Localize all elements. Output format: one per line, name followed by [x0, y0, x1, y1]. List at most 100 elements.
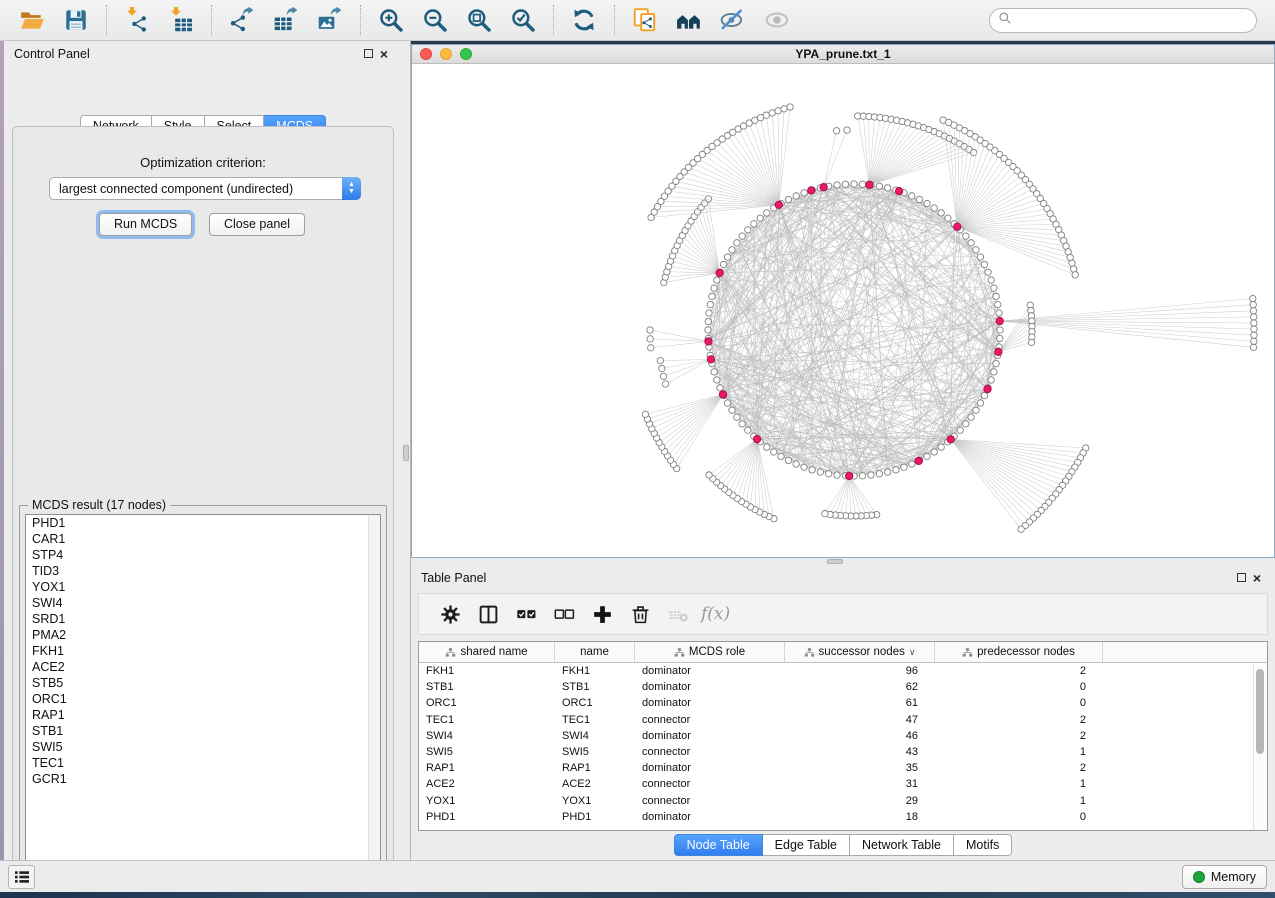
mcds-result-item[interactable]: TID3: [26, 563, 380, 579]
tab-edge-table[interactable]: Edge Table: [763, 834, 850, 856]
network-view-canvas[interactable]: [412, 64, 1274, 557]
cell-predecessor-nodes[interactable]: 2: [935, 712, 1103, 728]
add-column-icon[interactable]: [589, 601, 615, 627]
cell-predecessor-nodes[interactable]: 1: [935, 793, 1103, 809]
cell-predecessor-nodes[interactable]: 2: [935, 760, 1103, 776]
cell-shared-name[interactable]: STB1: [419, 679, 555, 695]
task-history-button[interactable]: [8, 865, 35, 889]
cell-name[interactable]: RAP1: [555, 760, 635, 776]
cell-shared-name[interactable]: PHD1: [419, 809, 555, 825]
control-panel-float-button[interactable]: [360, 46, 376, 62]
mcds-result-item[interactable]: PHD1: [26, 515, 380, 531]
cell-shared-name[interactable]: FKH1: [419, 663, 555, 679]
open-icon[interactable]: [17, 5, 47, 35]
mcds-result-item[interactable]: TEC1: [26, 755, 380, 771]
cell-shared-name[interactable]: TEC1: [419, 712, 555, 728]
split-panel-icon[interactable]: [475, 601, 501, 627]
run-mcds-button[interactable]: Run MCDS: [99, 213, 192, 236]
save-icon[interactable]: [61, 5, 91, 35]
mcds-result-item[interactable]: STB1: [26, 723, 380, 739]
hide-selected-icon[interactable]: [718, 5, 748, 35]
cell-predecessor-nodes[interactable]: 2: [935, 728, 1103, 744]
table-row[interactable]: YOX1YOX1connector291: [419, 793, 1267, 809]
cell-shared-name[interactable]: SWI5: [419, 744, 555, 760]
table-scrollbar[interactable]: [1253, 664, 1266, 830]
refresh-icon[interactable]: [569, 5, 599, 35]
cell-shared-name[interactable]: RAP1: [419, 760, 555, 776]
cell-MCDS-role[interactable]: connector: [635, 776, 785, 792]
share-document-icon[interactable]: [630, 5, 660, 35]
mcds-result-item[interactable]: SRD1: [26, 611, 380, 627]
cell-successor-nodes[interactable]: 18: [785, 809, 935, 825]
cell-name[interactable]: SWI5: [555, 744, 635, 760]
mcds-result-item[interactable]: STP4: [26, 547, 380, 563]
mcds-result-item[interactable]: RAP1: [26, 707, 380, 723]
criterion-dropdown[interactable]: largest connected component (undirected)…: [49, 177, 361, 200]
function-builder-icon[interactable]: f(x): [701, 604, 730, 624]
table-scrollbar-thumb[interactable]: [1256, 669, 1264, 754]
cell-shared-name[interactable]: ORC1: [419, 695, 555, 711]
cell-name[interactable]: FKH1: [555, 663, 635, 679]
cell-shared-name[interactable]: SWI4: [419, 728, 555, 744]
cell-successor-nodes[interactable]: 46: [785, 728, 935, 744]
table-panel-float-button[interactable]: [1233, 570, 1249, 586]
cell-MCDS-role[interactable]: connector: [635, 793, 785, 809]
cell-name[interactable]: PHD1: [555, 809, 635, 825]
first-neighbors-icon[interactable]: [674, 5, 704, 35]
cell-predecessor-nodes[interactable]: 1: [935, 744, 1103, 760]
settings-gear-icon[interactable]: [437, 601, 463, 627]
mcds-list-scrollbar[interactable]: [368, 515, 380, 869]
delete-column-icon[interactable]: [627, 601, 653, 627]
table-row[interactable]: SWI4SWI4dominator462: [419, 728, 1267, 744]
cell-successor-nodes[interactable]: 43: [785, 744, 935, 760]
search-input[interactable]: [1012, 11, 1256, 31]
memory-button[interactable]: Memory: [1182, 865, 1267, 889]
close-panel-button[interactable]: Close panel: [209, 213, 305, 236]
cell-successor-nodes[interactable]: 62: [785, 679, 935, 695]
network-graph[interactable]: [412, 64, 1274, 557]
export-image-icon[interactable]: [315, 5, 345, 35]
column-header-predecessor-nodes[interactable]: predecessor nodes: [935, 642, 1103, 662]
cell-name[interactable]: STB1: [555, 679, 635, 695]
vertical-splitter[interactable]: [402, 41, 411, 860]
cell-successor-nodes[interactable]: 35: [785, 760, 935, 776]
table-row[interactable]: RAP1RAP1dominator352: [419, 760, 1267, 776]
table-panel-close-button[interactable]: ×: [1249, 570, 1265, 586]
search-box[interactable]: [989, 8, 1257, 33]
cell-shared-name[interactable]: ACE2: [419, 776, 555, 792]
tab-motifs[interactable]: Motifs: [954, 834, 1012, 856]
cell-successor-nodes[interactable]: 29: [785, 793, 935, 809]
mcds-result-list[interactable]: PHD1CAR1STP4TID3YOX1SWI4SRD1PMA2FKH1ACE2…: [25, 514, 381, 870]
import-network-icon[interactable]: [122, 5, 152, 35]
zoom-in-icon[interactable]: [376, 5, 406, 35]
mcds-result-item[interactable]: STB5: [26, 675, 380, 691]
zoom-fit-icon[interactable]: [464, 5, 494, 35]
tab-node-table[interactable]: Node Table: [674, 834, 763, 856]
cell-MCDS-role[interactable]: connector: [635, 712, 785, 728]
import-table-icon[interactable]: [166, 5, 196, 35]
cell-MCDS-role[interactable]: dominator: [635, 663, 785, 679]
control-panel-close-button[interactable]: ×: [376, 46, 392, 62]
export-network-icon[interactable]: [227, 5, 257, 35]
horizontal-splitter[interactable]: [411, 558, 1275, 565]
cell-name[interactable]: YOX1: [555, 793, 635, 809]
mcds-result-item[interactable]: SWI4: [26, 595, 380, 611]
cell-predecessor-nodes[interactable]: 0: [935, 809, 1103, 825]
table-row[interactable]: STB1STB1dominator620: [419, 679, 1267, 695]
cell-MCDS-role[interactable]: dominator: [635, 760, 785, 776]
cell-successor-nodes[interactable]: 47: [785, 712, 935, 728]
zoom-out-icon[interactable]: [420, 5, 450, 35]
table-row[interactable]: ORC1ORC1dominator610: [419, 695, 1267, 711]
select-all-icon[interactable]: [513, 601, 539, 627]
mcds-result-item[interactable]: YOX1: [26, 579, 380, 595]
tab-network-table[interactable]: Network Table: [850, 834, 954, 856]
column-header-successor-nodes[interactable]: successor nodes∨: [785, 642, 935, 662]
deselect-all-icon[interactable]: [551, 601, 577, 627]
cell-successor-nodes[interactable]: 31: [785, 776, 935, 792]
cell-predecessor-nodes[interactable]: 0: [935, 695, 1103, 711]
cell-MCDS-role[interactable]: dominator: [635, 679, 785, 695]
export-table-icon[interactable]: [271, 5, 301, 35]
cell-shared-name[interactable]: YOX1: [419, 793, 555, 809]
cell-name[interactable]: ORC1: [555, 695, 635, 711]
cell-MCDS-role[interactable]: connector: [635, 744, 785, 760]
